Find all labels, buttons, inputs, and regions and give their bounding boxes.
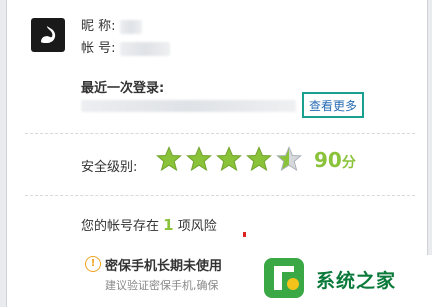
risk-count: 1 <box>163 216 174 234</box>
red-mark <box>243 232 246 237</box>
security-stars <box>155 145 303 173</box>
divider <box>25 195 415 196</box>
star-full-icon <box>215 145 243 173</box>
star-full-icon <box>155 145 183 173</box>
account-value-redacted <box>119 41 170 56</box>
divider <box>25 133 415 134</box>
risk-suffix: 项风险 <box>177 219 217 234</box>
watermark-text: 系统之家 <box>316 270 397 292</box>
security-level-label: 安全级别: <box>81 160 138 175</box>
nickname-label: 昵 称: <box>81 19 116 34</box>
nickname-value-redacted <box>119 19 142 34</box>
warning-desc: 建议验证密保手机,确保 <box>105 279 219 292</box>
watermark-logo-icon <box>264 258 304 298</box>
avatar[interactable] <box>31 18 65 52</box>
last-login-value-redacted <box>81 100 296 112</box>
score-unit: 分 <box>341 155 356 171</box>
account-label: 帐 号: <box>81 41 116 56</box>
last-login-label: 最近一次登录: <box>81 81 165 96</box>
account-row: 帐 号: <box>81 37 170 56</box>
risk-prefix: 您的帐号存在 <box>81 219 160 234</box>
swan-logo-icon <box>41 26 56 43</box>
security-score: 90分 <box>314 148 356 172</box>
view-more-button[interactable]: 查看更多 <box>302 92 364 118</box>
score-value: 90 <box>314 148 342 172</box>
star-full-icon <box>245 145 273 173</box>
star-half-icon <box>275 145 303 173</box>
star-full-icon <box>185 145 213 173</box>
warning-icon: ! <box>85 256 101 272</box>
risk-summary: 您的帐号存在 1 项风险 <box>81 215 217 234</box>
warning-title[interactable]: 密保手机长期未使用 <box>105 255 222 274</box>
nickname-row: 昵 称: <box>81 15 142 34</box>
